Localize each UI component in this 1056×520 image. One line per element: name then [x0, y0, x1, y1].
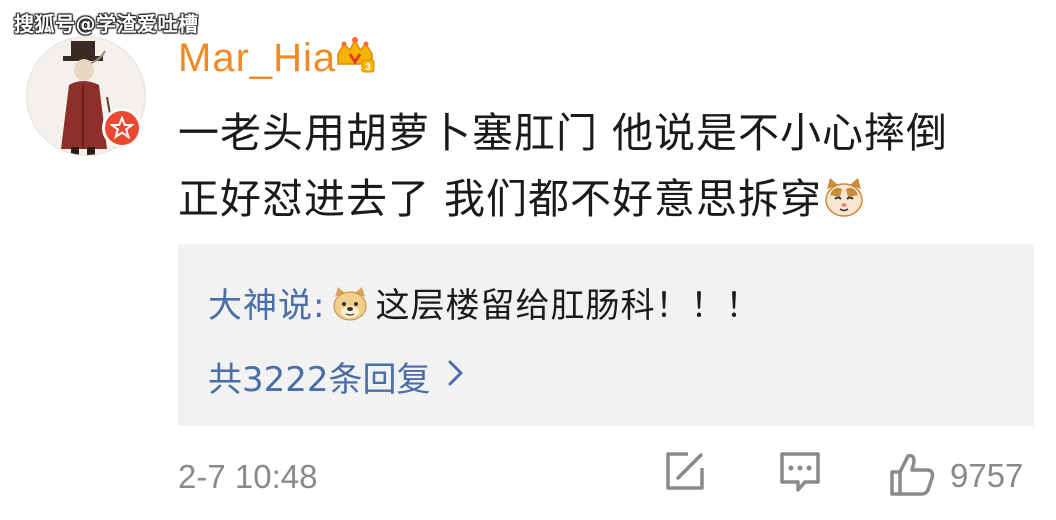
post-line-1: 一老头用胡萝卜塞肛门 他说是不小心摔倒 — [178, 109, 949, 157]
repost-icon — [664, 450, 706, 496]
view-all-replies-link[interactable]: 共3222条回复 — [208, 352, 465, 401]
like-button[interactable]: 9757 — [888, 450, 1023, 502]
svg-text:3: 3 — [365, 62, 371, 73]
thumbs-up-icon — [888, 450, 936, 502]
post-timestamp: 2-7 10:48 — [178, 458, 318, 495]
post-content: 一老头用胡萝卜塞肛门 他说是不小心摔倒 正好怼进去了 我们都不好意思拆穿 — [178, 100, 1038, 232]
verified-badge-icon — [102, 108, 142, 148]
username[interactable]: Mar_Hia — [178, 36, 336, 81]
like-count: 9757 — [950, 457, 1024, 494]
comment-icon — [778, 450, 822, 498]
watermark: 搜狐号@学渣爱吐槽 — [14, 12, 199, 36]
cat-emoji-icon — [822, 172, 866, 217]
comment-button[interactable] — [778, 450, 822, 498]
post-line-2: 正好怼进去了 我们都不好意思拆穿 — [178, 166, 1038, 232]
chevron-right-icon — [447, 357, 465, 397]
reply-author[interactable]: 大神说: — [208, 286, 325, 326]
reply-item[interactable]: 大神说: 这层楼留给肛肠科！！！ — [208, 278, 760, 327]
more-replies-label[interactable]: 共3222条回复 — [208, 352, 431, 401]
reply-text: 这层楼留给肛肠科！！！ — [375, 286, 761, 326]
reply-preview[interactable]: 大神说: 这层楼留给肛肠科！！！ 共3222条回复 — [178, 244, 1034, 426]
repost-button[interactable] — [664, 450, 706, 496]
doge-emoji-icon — [331, 285, 369, 323]
vip-crown-icon[interactable]: 3 — [332, 32, 378, 78]
